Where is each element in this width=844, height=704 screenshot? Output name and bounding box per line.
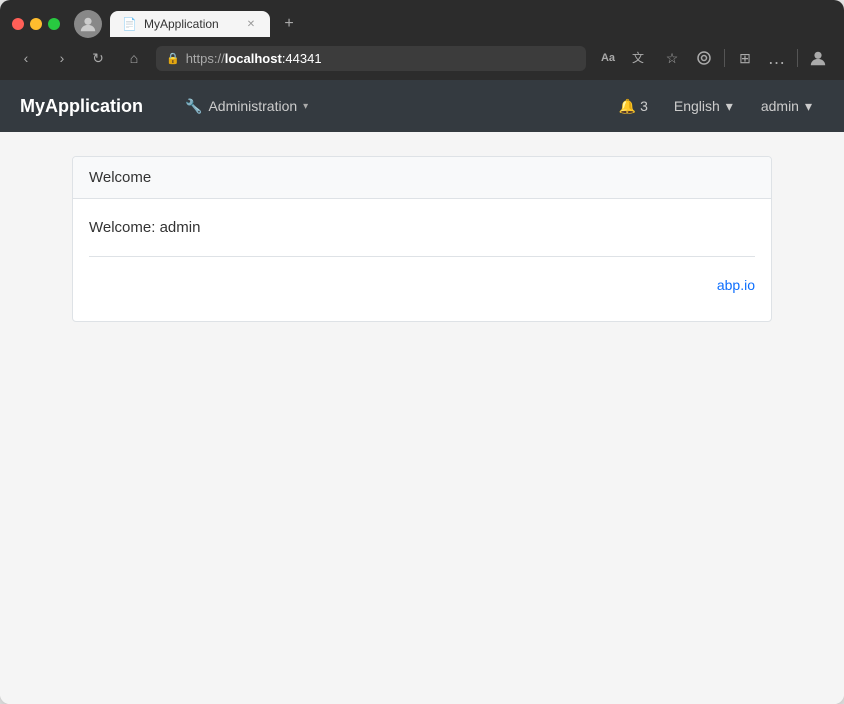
url-protocol: https:// (186, 51, 225, 66)
bell-icon: 🔔 (619, 98, 636, 115)
browser-window: 📄 MyApplication ✕ + ‹ › ↻ ⌂ 🔒 https://lo… (0, 0, 844, 704)
profile-button[interactable] (804, 44, 832, 72)
user-label: admin (761, 98, 799, 114)
toolbar-divider-2 (797, 49, 798, 67)
forward-button[interactable]: › (48, 44, 76, 72)
nav-right: 🔔 3 English ▾ admin ▾ (609, 92, 824, 121)
toolbar-divider (724, 49, 725, 67)
favorites-button[interactable]: ☆ (658, 44, 686, 72)
address-text: https://localhost:44341 (186, 51, 576, 66)
card-body: Welcome: admin abp.io (73, 199, 771, 321)
main-content: Welcome Welcome: admin abp.io (0, 132, 844, 704)
title-bar: 📄 MyApplication ✕ + (0, 0, 844, 38)
lock-icon: 🔒 (166, 52, 180, 65)
administration-icon: 🔧 (185, 98, 202, 115)
translate-button[interactable]: 文 (626, 44, 654, 72)
app-area: MyApplication 🔧 Administration ▾ 🔔 3 Eng… (0, 80, 844, 704)
notification-count: 3 (640, 98, 648, 114)
user-caret: ▾ (805, 98, 812, 115)
url-port: :44341 (282, 51, 322, 66)
nav-links: 🔧 Administration ▾ (173, 92, 609, 121)
app-navbar: MyApplication 🔧 Administration ▾ 🔔 3 Eng… (0, 80, 844, 132)
card-divider (89, 256, 755, 257)
title-bar-top: 📄 MyApplication ✕ + (12, 10, 832, 38)
toolbar-right: Aa 文 ☆ ⊞ … (594, 44, 832, 72)
extensions-button[interactable] (690, 44, 718, 72)
active-tab[interactable]: 📄 MyApplication ✕ (110, 11, 270, 37)
administration-menu[interactable]: 🔧 Administration ▾ (173, 92, 320, 121)
maximize-window-button[interactable] (48, 18, 60, 30)
home-button[interactable]: ⌂ (120, 44, 148, 72)
close-window-button[interactable] (12, 18, 24, 30)
welcome-card: Welcome Welcome: admin abp.io (72, 156, 772, 322)
card-footer-link: abp.io (89, 273, 755, 301)
more-button[interactable]: … (763, 44, 791, 72)
language-caret: ▾ (726, 98, 733, 115)
address-bar: ‹ › ↻ ⌂ 🔒 https://localhost:44341 Aa 文 ☆ (0, 38, 844, 80)
reload-button[interactable]: ↻ (84, 44, 112, 72)
address-input[interactable]: 🔒 https://localhost:44341 (156, 46, 586, 71)
collections-button[interactable]: ⊞ (731, 44, 759, 72)
tab-favicon-icon: 📄 (122, 17, 136, 31)
abp-link[interactable]: abp.io (717, 277, 755, 293)
administration-caret: ▾ (303, 101, 308, 112)
user-menu-button[interactable]: admin ▾ (749, 92, 824, 121)
url-host: localhost (225, 51, 282, 66)
welcome-message: Welcome: admin (89, 219, 755, 236)
svg-text:文: 文 (632, 50, 644, 65)
tab-bar: 📄 MyApplication ✕ + (110, 11, 832, 37)
language-label: English (674, 98, 720, 114)
minimize-window-button[interactable] (30, 18, 42, 30)
traffic-lights (12, 18, 60, 30)
language-button[interactable]: English ▾ (662, 92, 745, 121)
tab-close-button[interactable]: ✕ (244, 17, 258, 31)
app-brand[interactable]: MyApplication (20, 96, 143, 117)
back-button[interactable]: ‹ (12, 44, 40, 72)
browser-profile-icon[interactable] (74, 10, 102, 38)
tab-title: MyApplication (144, 17, 219, 31)
new-tab-button[interactable]: + (276, 11, 302, 37)
notification-button[interactable]: 🔔 3 (609, 92, 658, 121)
administration-label: Administration (208, 98, 297, 114)
card-header: Welcome (73, 157, 771, 199)
read-mode-button[interactable]: Aa (594, 44, 622, 72)
